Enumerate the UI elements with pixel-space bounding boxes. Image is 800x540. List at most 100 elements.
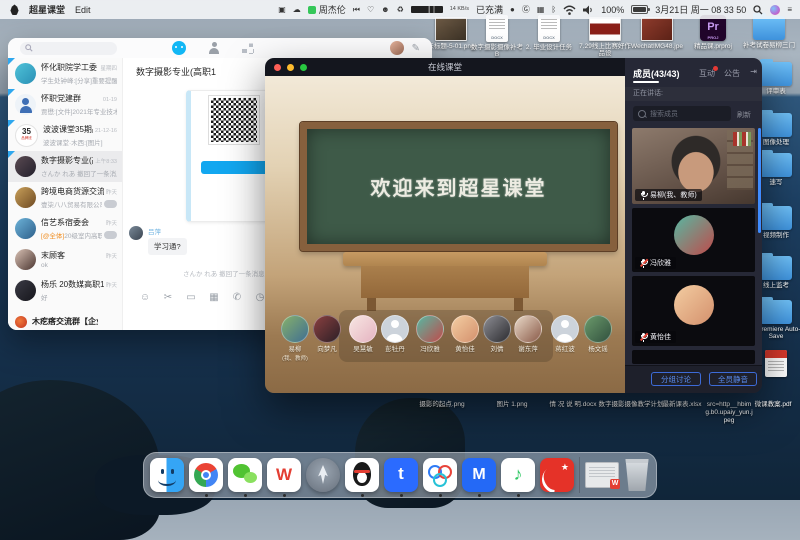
qq-dock-icon[interactable] xyxy=(345,458,379,492)
participant[interactable]: 刘倩 xyxy=(480,315,514,354)
control-center-icon[interactable]: ≡ xyxy=(787,6,792,14)
now-playing-bar[interactable] xyxy=(411,6,443,13)
tencent-docs-dock-icon[interactable]: t xyxy=(384,458,418,492)
edit-menu[interactable]: Edit xyxy=(75,5,91,15)
prev-track-icon[interactable]: ⏮ xyxy=(353,6,360,14)
participant[interactable]: 谢东萍 xyxy=(511,315,545,354)
participant[interactable]: 彭牡丹 xyxy=(378,315,412,354)
desktop-icon-label[interactable]: 数字摄影摄像教学计划 xyxy=(597,401,665,409)
video-tile[interactable]: 黄怡佳 xyxy=(632,276,755,346)
input-method-icon[interactable]: ▦ xyxy=(537,6,545,14)
group-avatar xyxy=(15,63,36,84)
chat-list-item[interactable]: 35品牌班 波波课堂35期品牌班21-12-16 波波课堂·木西:[图片] xyxy=(8,120,122,151)
sync-icon[interactable]: ♻ xyxy=(397,6,404,14)
chat-list-item[interactable]: 怀职党建群01-19 贾懋:[文件]2021年专业技术人… xyxy=(8,89,122,120)
qq-music-dock-icon[interactable]: ♪ xyxy=(501,458,535,492)
group-avatar: 35品牌班 xyxy=(15,124,38,147)
desktop-icon-label[interactable]: 图片 1.png xyxy=(488,401,536,409)
contacts-tab-icon[interactable] xyxy=(208,42,220,54)
participant-avatar xyxy=(349,315,377,343)
camera-status-icon[interactable]: ▣ xyxy=(278,6,286,14)
desktop-icon-label[interactable]: src=http__hbimg.b0.upaiy_yun.jpeg xyxy=(704,401,754,424)
tab-announcement[interactable]: 公告 xyxy=(724,68,740,79)
video-tile[interactable]: 冯欣雅 xyxy=(632,208,755,272)
video-tile-teacher[interactable]: 易柳(我、教师) xyxy=(632,128,755,204)
siri-icon[interactable] xyxy=(770,5,780,15)
chat-list-item[interactable]: 木疙瘩交流群【企业】 xyxy=(8,306,122,330)
battery-icon[interactable] xyxy=(631,5,648,14)
rings-app-dock-icon[interactable] xyxy=(423,458,457,492)
participant[interactable]: 蒋红波 xyxy=(548,315,582,354)
wps-office-dock-icon[interactable]: W xyxy=(267,458,301,492)
participant[interactable]: 易柳 (我、教师) xyxy=(278,315,312,362)
desktop-icon-label[interactable]: 微课教案.pdf xyxy=(749,401,797,409)
messages-tab-icon[interactable] xyxy=(172,41,186,55)
member-search-input[interactable]: 搜索成员 xyxy=(633,106,731,121)
chat-list-item[interactable]: 末顾客昨天 ok xyxy=(8,244,122,275)
video-tile-partial[interactable] xyxy=(632,350,755,364)
bluetooth-icon[interactable]: ᛒ xyxy=(551,6,556,14)
group-discussion-button[interactable]: 分组讨论 xyxy=(651,372,701,386)
chat-list-item[interactable]: 信艺系宿委会昨天 [@全体]20级室内高职二班… xyxy=(8,213,122,244)
participant[interactable]: 向梦凡 xyxy=(310,315,344,354)
tab-members[interactable]: 成员(43/43) xyxy=(633,67,680,80)
logged-in-user[interactable]: 周杰伦 xyxy=(308,3,346,16)
desktop-icon[interactable]: DOCX 数字摄影摄像补考B xyxy=(470,15,524,59)
chat-list-item[interactable]: 杨乐 20数媒高职1昨天 好 xyxy=(8,275,122,306)
menu-bar-clock[interactable]: 3月21日 周一 08 33 50 xyxy=(655,3,746,16)
participant[interactable]: 杨文谣 xyxy=(581,315,615,354)
collapse-panel-icon[interactable]: ⇥ xyxy=(750,67,757,76)
desktop-icon-label[interactable]: 情 况 说 明.docx xyxy=(549,401,597,409)
chat-list-item[interactable]: 怀化职院学工委星期四 学生处钟峰:[分享]重要提醒!… xyxy=(8,58,122,89)
apps-tab-icon[interactable] xyxy=(242,42,254,54)
wechat-dock-icon[interactable] xyxy=(228,458,262,492)
cloud-status-icon[interactable]: ☁ xyxy=(293,6,301,14)
apple-menu-icon[interactable] xyxy=(10,4,19,15)
mute-all-button[interactable]: 全员静音 xyxy=(709,372,757,386)
participant[interactable]: 冯欣雅 xyxy=(413,315,447,354)
chat-list-item-selected[interactable]: 数字摄影专业(高职1上午8:33 さんか れあ 撤回了一条消息 xyxy=(8,151,122,182)
trash-dock-icon[interactable] xyxy=(624,459,650,491)
desktop-icon[interactable]: WechatIMG48.jpe xyxy=(630,17,684,50)
user-avatar[interactable] xyxy=(390,41,404,55)
heart-icon[interactable]: ♡ xyxy=(367,6,374,14)
chaoxing-dock-icon[interactable]: ★ xyxy=(540,458,574,492)
active-app-name[interactable]: 超星课堂 xyxy=(29,3,65,16)
desktop-icon[interactable]: 补考试卷易柳三门 xyxy=(742,16,796,49)
desktop-icon[interactable]: DOCX 2. 毕业设计任务 xyxy=(522,15,576,51)
participant[interactable]: 吴慧敏 xyxy=(346,315,380,354)
compose-icon[interactable]: ✎ xyxy=(412,43,420,54)
tencent-meeting-dock-icon[interactable]: M xyxy=(462,458,496,492)
call-icon[interactable]: ✆ xyxy=(231,292,243,303)
participant-avatar-placeholder xyxy=(381,315,409,343)
chat-list-item[interactable]: 跨境电商货源交流群昨天 壹柒八八贸易有限公司: 求… xyxy=(8,182,122,213)
sender-avatar[interactable] xyxy=(129,226,143,240)
file-icon[interactable]: ▭ xyxy=(185,292,197,303)
user-status-icon[interactable]: ☻ xyxy=(381,6,389,14)
minimized-window-thumbnail[interactable]: W xyxy=(585,462,619,488)
wifi-icon[interactable] xyxy=(563,5,576,15)
volume-icon[interactable] xyxy=(583,5,594,15)
desktop-icon-label[interactable]: 最新课表.xlsx xyxy=(658,401,706,409)
desktop-icon-label[interactable]: 摄影的起点.png xyxy=(418,401,466,409)
g-app-status-icon[interactable]: Ⓖ xyxy=(522,6,530,14)
members-panel: 成员(43/43) 互动 公告 ⇥ 正在讲话: 搜索成员 刷新 易柳(我、教师)… xyxy=(625,58,762,393)
notification-status-icon[interactable]: ● xyxy=(510,6,515,14)
refresh-link[interactable]: 刷新 xyxy=(737,110,751,120)
screenshot-icon[interactable]: ✂ xyxy=(162,292,174,303)
finder-dock-icon[interactable] xyxy=(150,458,184,492)
launchpad-dock-icon[interactable] xyxy=(306,458,340,492)
chat-search-input[interactable] xyxy=(20,42,117,55)
file-label: 精品课.prproj xyxy=(686,43,740,50)
participant-avatar xyxy=(281,315,309,343)
desktop-icon[interactable]: 7.29线上比赛好作品设 xyxy=(578,17,632,58)
emoji-icon[interactable]: ☺ xyxy=(139,292,151,303)
spotlight-search-icon[interactable] xyxy=(753,5,763,15)
desktop-icon[interactable]: PrPROJ 精品课.prproj xyxy=(686,15,740,50)
unread-badge xyxy=(104,200,117,208)
chrome-dock-icon[interactable] xyxy=(189,458,223,492)
participant[interactable]: 黄怡佳 xyxy=(448,315,482,354)
capture-icon[interactable]: ▦ xyxy=(208,292,220,303)
group-avatar xyxy=(15,94,36,115)
panel-scrollbar[interactable] xyxy=(758,128,761,233)
